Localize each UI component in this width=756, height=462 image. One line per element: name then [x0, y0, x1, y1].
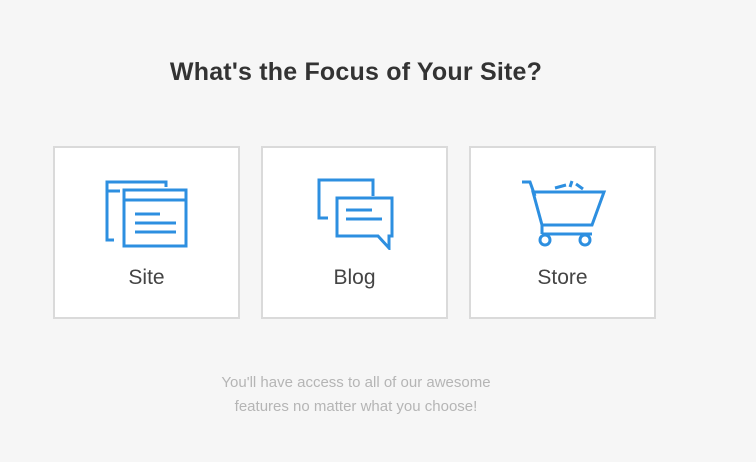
- store-icon: [518, 178, 608, 250]
- footer-note-line: features no matter what you choose!: [234, 398, 478, 415]
- blog-icon: [310, 178, 400, 250]
- footer-note-line: You'll have access to all of our awesome: [221, 374, 491, 391]
- page-title: What's the Focus of Your Site?: [169, 58, 543, 86]
- option-label: Blog: [333, 266, 376, 289]
- site-icon: [102, 178, 192, 250]
- option-card-blog[interactable]: Blog: [261, 146, 448, 319]
- option-card-store[interactable]: Store: [469, 146, 656, 319]
- option-label: Site: [128, 266, 165, 289]
- option-label: Store: [537, 266, 588, 289]
- footer-note: You'll have access to all of our awesome…: [0, 371, 712, 419]
- option-card-site[interactable]: Site: [53, 146, 240, 319]
